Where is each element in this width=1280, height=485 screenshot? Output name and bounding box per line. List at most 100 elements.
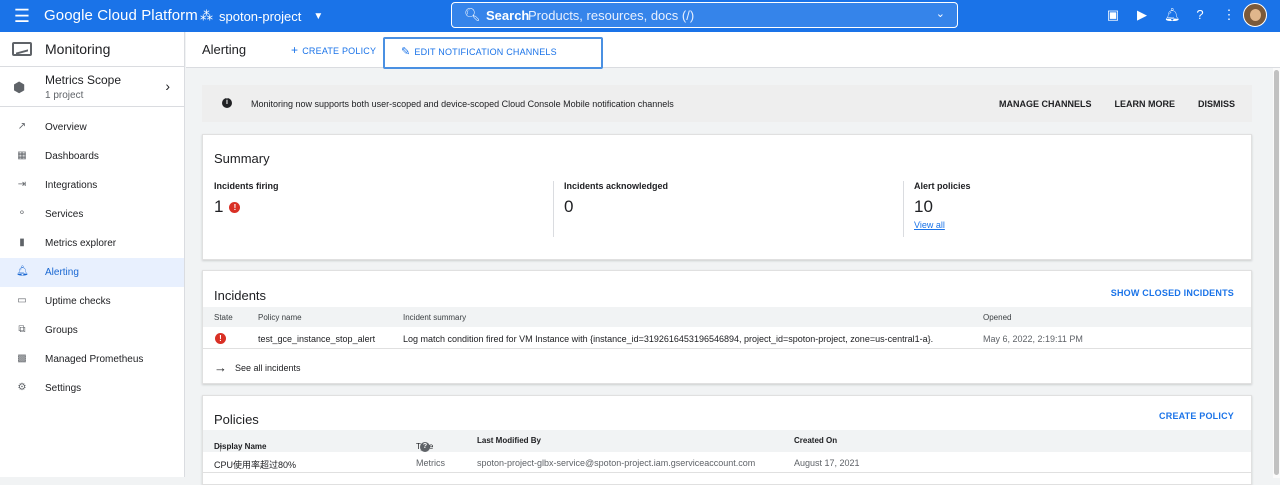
help-icon[interactable]: ? <box>420 442 430 452</box>
chevron-right-icon[interactable]: › <box>165 78 170 94</box>
show-closed-incidents-button[interactable]: SHOW CLOSED INCIDENTS <box>1111 288 1234 298</box>
error-icon: ! <box>229 201 241 213</box>
create-policy-label: CREATE POLICY <box>302 46 377 56</box>
bell-icon: 🔔︎ <box>16 266 29 277</box>
gift-icon[interactable]: ▣ <box>1106 7 1120 23</box>
incidents-acknowledged-label: Incidents acknowledged <box>564 181 669 191</box>
project-selector[interactable]: ⁂ spoton-project ▼ <box>200 8 323 24</box>
scrollbar-thumb[interactable] <box>1274 70 1279 475</box>
incidents-firing-label: Incidents firing <box>214 181 279 191</box>
monitor-icon: ▭ <box>17 295 27 306</box>
notifications-icon[interactable]: 🔔︎ <box>1164 7 1181 23</box>
more-vert-icon[interactable]: ⋮ <box>1222 7 1236 23</box>
metrics-scope[interactable]: ⬢ Metrics Scope 1 project › <box>0 67 184 107</box>
cloud-shell-icon[interactable]: ▶ <box>1135 7 1149 23</box>
table-row[interactable]: ! test_gce_instance_stop_alert Log match… <box>203 328 1251 349</box>
project-name: spoton-project <box>219 8 302 24</box>
bar-chart-icon: ▮ <box>19 237 25 248</box>
prometheus-icon: ▩ <box>17 353 27 364</box>
sidebar-item-label: Uptime checks <box>45 296 111 307</box>
incident-opened: May 6, 2022, 2:19:11 PM <box>983 334 1083 344</box>
policy-display-name[interactable]: CPU使用率超过80% <box>214 458 296 471</box>
policies-table-header: Display Name ↑ Type? Last Modified By Cr… <box>203 430 1251 454</box>
sidebar-item-managed-prometheus[interactable]: ▩ Managed Prometheus <box>0 345 184 374</box>
incidents-firing-value: 1 <box>214 197 224 216</box>
sidebar-item-uptime-checks[interactable]: ▭ Uptime checks <box>0 287 184 316</box>
learn-more-button[interactable]: LEARN MORE <box>1114 99 1175 109</box>
project-icon: ⁂ <box>200 8 213 23</box>
summary-title: Summary <box>214 151 270 166</box>
sidebar-item-label: Dashboards <box>45 151 99 162</box>
incidents-card: Incidents SHOW CLOSED INCIDENTS State Po… <box>202 270 1252 384</box>
edit-notification-channels-button[interactable]: ✎ EDIT NOTIFICATION CHANNELS <box>383 37 603 69</box>
arrow-right-icon: → <box>214 360 227 375</box>
create-policy-button[interactable]: + CREATE POLICY <box>291 43 376 57</box>
scope-icon: ⬢ <box>13 79 26 95</box>
search-input[interactable]: Products, resources, docs (/) <box>528 8 694 23</box>
error-icon: ! <box>215 333 226 344</box>
summary-card: Summary Incidents firing 1! Incidents ac… <box>202 134 1252 260</box>
column-header-incident-summary[interactable]: Incident summary <box>403 313 466 322</box>
table-row[interactable]: CPU使用率超过80% Metrics spoton-project-glbx-… <box>203 452 1251 473</box>
sidebar-header: Monitoring <box>0 32 184 67</box>
chevron-down-icon[interactable]: ⌄ <box>936 7 945 20</box>
sidebar-item-dashboards[interactable]: ▦ Dashboards <box>0 142 184 171</box>
help-icon[interactable]: ? <box>1193 7 1207 23</box>
overview-icon: ↗ <box>17 121 27 132</box>
alert-policies-value: 10 <box>914 197 933 216</box>
column-header-created-on[interactable]: Created On <box>794 436 837 445</box>
sidebar-item-label: Metrics explorer <box>45 238 117 249</box>
scope-subtitle: 1 project <box>45 90 84 101</box>
incidents-firing-stat: Incidents firing 1! <box>214 181 279 237</box>
info-icon: i <box>222 98 232 108</box>
see-all-incidents-label: See all incidents <box>235 362 301 373</box>
brand-logo[interactable]: Google Cloud Platform <box>44 7 198 24</box>
sidebar-item-label: Managed Prometheus <box>45 354 144 365</box>
info-banner: i Monitoring now supports both user-scop… <box>202 85 1252 122</box>
see-all-incidents-link[interactable]: → See all incidents <box>214 360 301 375</box>
incident-summary: Log match condition fired for VM Instanc… <box>403 334 934 344</box>
top-bar: ☰ Google Cloud Platform ⁂ spoton-project… <box>0 0 1280 32</box>
scope-title: Metrics Scope <box>45 73 122 87</box>
gear-icon: ⚙ <box>17 382 27 393</box>
view-all-link[interactable]: View all <box>914 220 971 230</box>
sidebar-item-label: Services <box>45 209 84 220</box>
top-icons: ▣ ▶ 🔔︎ ? ⋮ <box>1106 7 1236 23</box>
hamburger-menu-icon[interactable]: ☰ <box>12 6 32 26</box>
dismiss-button[interactable]: DISMISS <box>1198 99 1235 109</box>
alert-policies-label: Alert policies <box>914 181 971 191</box>
create-policy-link[interactable]: CREATE POLICY <box>1159 411 1234 421</box>
monitoring-icon <box>12 42 32 56</box>
policy-last-modified: spoton-project-glbx-service@spoton-proje… <box>477 458 756 468</box>
sidebar-item-label: Overview <box>45 122 87 133</box>
sidebar-item-groups[interactable]: ⧉ Groups <box>0 316 184 345</box>
column-header-last-modified[interactable]: Last Modified By <box>477 436 541 445</box>
sidebar-item-label: Alerting <box>45 267 79 278</box>
caret-down-icon: ▼ <box>313 10 324 22</box>
sidebar-item-metrics-explorer[interactable]: ▮ Metrics explorer <box>0 229 184 258</box>
sidebar-item-alerting[interactable]: 🔔︎ Alerting <box>0 258 184 287</box>
column-header-opened[interactable]: Opened <box>983 313 1011 322</box>
avatar[interactable] <box>1243 3 1267 27</box>
incidents-acknowledged-stat: Incidents acknowledged 0 <box>564 181 668 237</box>
search-label: Search <box>486 8 530 23</box>
banner-message: Monitoring now supports both user-scoped… <box>251 99 674 109</box>
sidebar-item-label: Integrations <box>45 180 98 191</box>
integrations-icon: ⇥ <box>17 179 27 190</box>
divider <box>553 181 554 237</box>
manage-channels-button[interactable]: MANAGE CHANNELS <box>999 99 1092 109</box>
alert-policies-stat: Alert policies 10 View all <box>914 181 971 237</box>
sidebar-item-settings[interactable]: ⚙ Settings <box>0 374 184 403</box>
search-bar[interactable]: 🔍︎ Search Products, resources, docs (/) … <box>451 2 958 28</box>
search-icon: 🔍︎ <box>464 7 481 22</box>
incident-policy-name[interactable]: test_gce_instance_stop_alert <box>258 334 375 344</box>
scrollbar[interactable] <box>1273 68 1280 478</box>
column-header-state[interactable]: State <box>214 313 233 322</box>
policy-created-on: August 17, 2021 <box>794 458 860 468</box>
sidebar-item-overview[interactable]: ↗ Overview <box>0 113 184 142</box>
sidebar-item-services[interactable]: ⚬ Services <box>0 200 184 229</box>
column-header-policy-name[interactable]: Policy name <box>258 313 302 322</box>
divider <box>903 181 904 237</box>
services-icon: ⚬ <box>17 208 27 219</box>
sidebar-item-integrations[interactable]: ⇥ Integrations <box>0 171 184 200</box>
